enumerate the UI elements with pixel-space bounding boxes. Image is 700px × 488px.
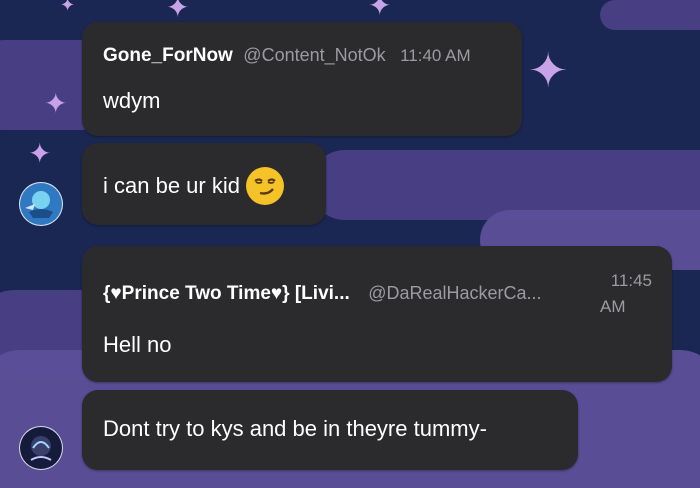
star-icon: ✦ <box>44 88 68 119</box>
message-header: Gone_ForNow @Content_NotOk 11:40 AM <box>103 45 471 67</box>
user-avatar[interactable] <box>19 426 63 470</box>
star-icon: ✦ <box>166 0 190 23</box>
message-text-row: i can be ur kid <box>103 167 284 205</box>
author-handle[interactable]: @Content_NotOk <box>243 45 385 65</box>
message-timestamp: 11:45 AM <box>592 268 652 320</box>
message-text: Hell no <box>103 332 172 357</box>
timestamp-line: 11:45 <box>610 271 652 290</box>
author-handle[interactable]: @DaRealHackerCa... <box>368 283 541 303</box>
star-icon: ✦ <box>60 0 76 15</box>
message-bubble[interactable]: Gone_ForNow @Content_NotOk 11:40 AM wdym <box>82 22 522 136</box>
star-icon: ✦ <box>368 0 392 21</box>
message-bubble[interactable]: i can be ur kid <box>82 143 326 225</box>
background-cloud <box>600 0 700 30</box>
timestamp-line: AM <box>600 297 626 316</box>
message-header: {♥Prince Two Time♥} [Livi... @DaRealHack… <box>103 283 542 305</box>
star-icon: ✦ <box>28 138 52 169</box>
message-bubble[interactable]: {♥Prince Two Time♥} [Livi... @DaRealHack… <box>82 246 672 382</box>
message-text: wdym <box>103 88 161 113</box>
smirk-emoji-icon <box>245 167 284 205</box>
message-bubble[interactable]: Dont try to kys and be in theyre tummy- <box>82 390 578 470</box>
message-timestamp: 11:40 AM <box>400 46 471 65</box>
message-text: Dont try to kys and be in theyre tummy- <box>103 416 487 441</box>
author-name[interactable]: Gone_ForNow <box>103 45 233 66</box>
message-text: i can be ur kid <box>103 173 240 198</box>
author-name[interactable]: {♥Prince Two Time♥} [Livi... <box>103 283 350 304</box>
star-icon: ✦ <box>528 45 569 98</box>
user-avatar[interactable] <box>19 182 63 226</box>
